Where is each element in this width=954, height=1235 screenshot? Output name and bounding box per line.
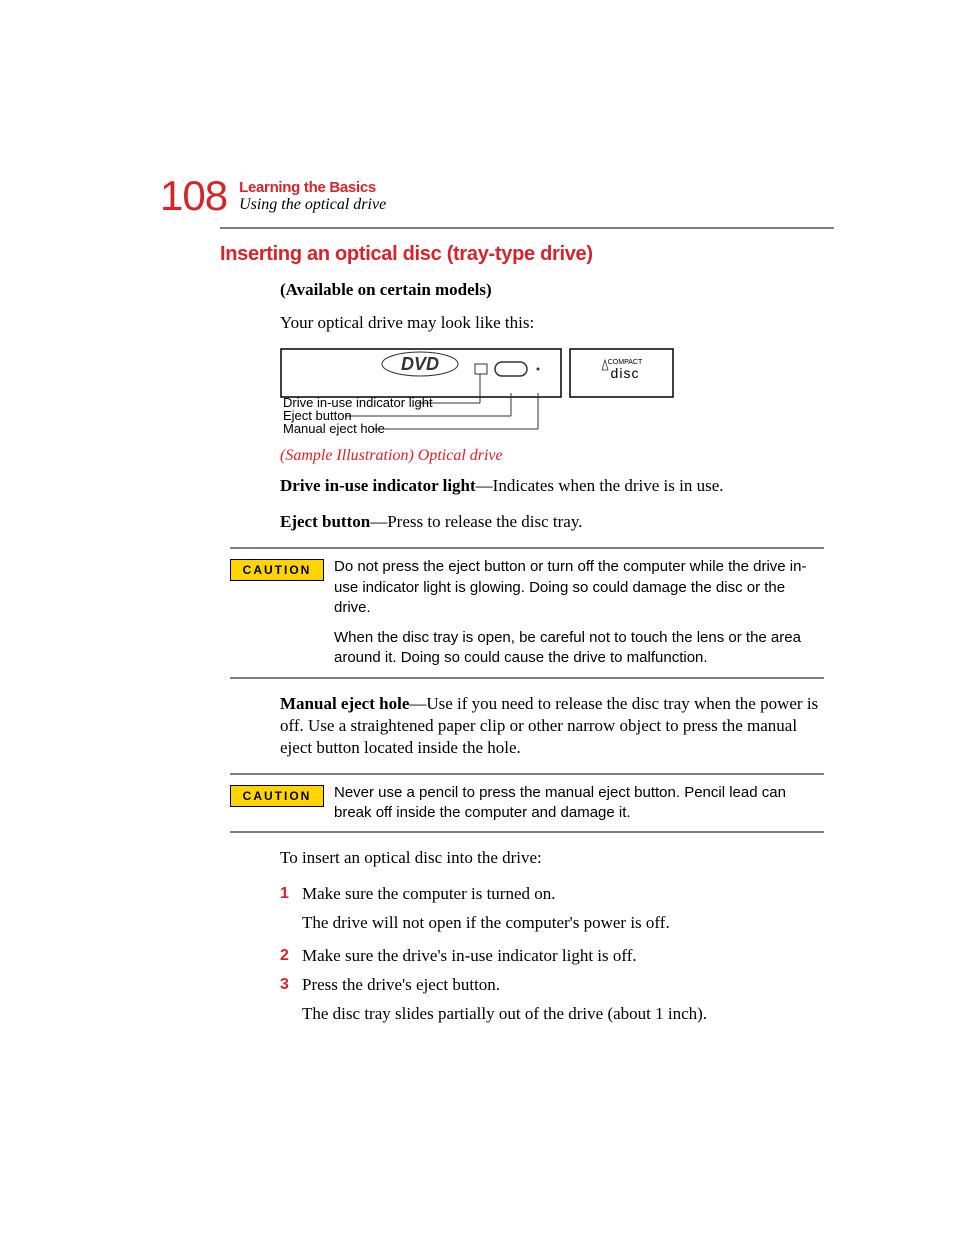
step-number: 1 xyxy=(280,883,302,906)
caution-label: CAUTION xyxy=(230,785,324,807)
step-2: 2 Make sure the drive's in-use indicator… xyxy=(280,945,824,968)
intro-text: Your optical drive may look like this: xyxy=(280,312,824,334)
step-3-sub: The disc tray slides partially out of th… xyxy=(302,1003,824,1026)
optical-drive-illustration: DVD COMPACT disc xyxy=(280,348,824,465)
section-title: Using the optical drive xyxy=(239,196,386,214)
callout-manual-eject: Manual eject hole xyxy=(283,421,385,436)
availability-note: (Available on certain models) xyxy=(280,280,824,300)
header-rule xyxy=(220,227,834,229)
chapter-title: Learning the Basics xyxy=(239,179,386,196)
caution-block-pencil: CAUTION Never use a pencil to press the … xyxy=(230,773,824,834)
step-3: 3 Press the drive's eject button. xyxy=(280,974,824,997)
def-drive-in-use: Drive in-use indicator light—Indicates w… xyxy=(280,475,824,497)
svg-text:DVD: DVD xyxy=(401,354,439,374)
caution-text: When the disc tray is open, be careful n… xyxy=(334,628,824,669)
step-number: 3 xyxy=(280,974,302,997)
step-1-sub: The drive will not open if the computer'… xyxy=(302,912,824,935)
illustration-caption: (Sample Illustration) Optical drive xyxy=(280,447,824,465)
def-eject-button: Eject button—Press to release the disc t… xyxy=(280,511,824,533)
caution-text: Do not press the eject button or turn of… xyxy=(334,557,824,618)
caution-text: Never use a pencil to press the manual e… xyxy=(334,783,824,824)
def-manual-eject: Manual eject hole—Use if you need to rel… xyxy=(280,693,824,759)
caution-label: CAUTION xyxy=(230,559,324,581)
step-1: 1 Make sure the computer is turned on. xyxy=(280,883,824,906)
caution-block-eject: CAUTION Do not press the eject button or… xyxy=(230,547,824,678)
page-number: 108 xyxy=(160,175,227,217)
svg-text:disc: disc xyxy=(611,365,640,381)
heading: Inserting an optical disc (tray-type dri… xyxy=(220,243,834,266)
step-number: 2 xyxy=(280,945,302,968)
insert-intro: To insert an optical disc into the drive… xyxy=(280,847,824,869)
